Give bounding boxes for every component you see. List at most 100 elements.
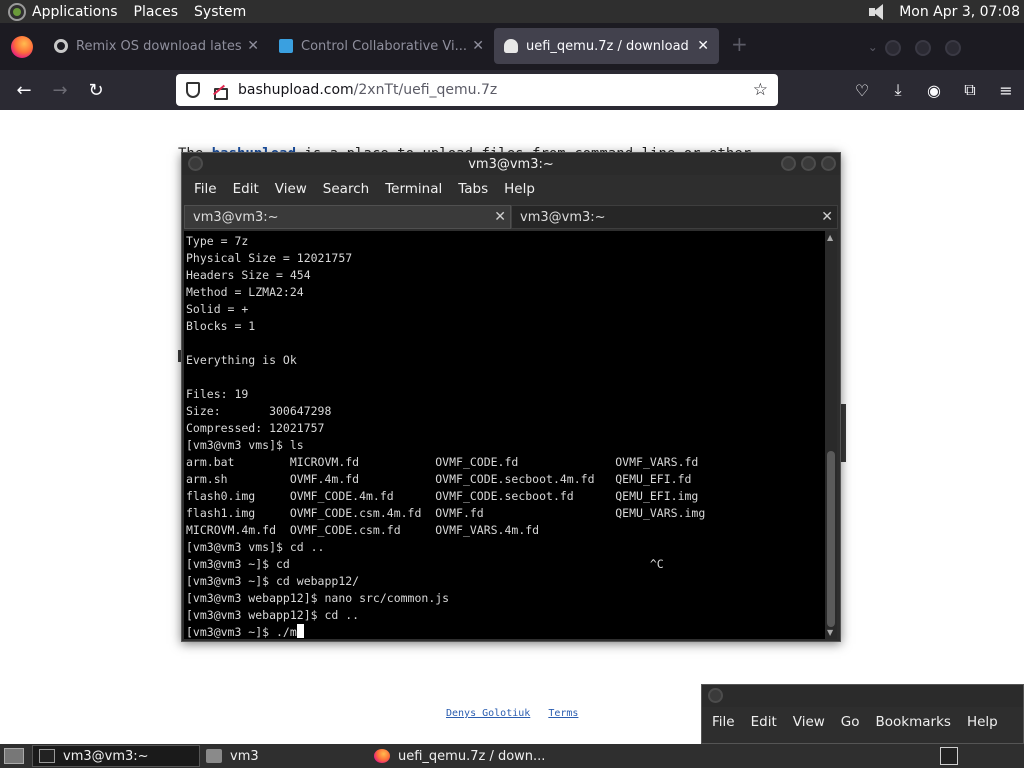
url-text[interactable]: bashupload.com/2xnTt/uefi_qemu.7z [238,82,753,98]
terminal-line: Method = LZMA2:24 [186,285,304,299]
taskbar-item-files[interactable]: vm3 [200,745,368,767]
close-window-button[interactable] [944,40,961,56]
terms-link[interactable]: Terms [548,708,578,719]
bookmark-star-icon[interactable]: ☆ [753,80,768,100]
workspace-switcher[interactable] [940,747,958,765]
maximize-button[interactable] [801,156,816,171]
places-menu[interactable]: Places [134,4,179,20]
menu-help[interactable]: Help [504,181,535,197]
url-bar[interactable]: bashupload.com/2xnTt/uefi_qemu.7z ☆ [176,74,778,106]
tab-label: Remix OS download lates [76,38,242,54]
menu-tabs[interactable]: Tabs [458,181,488,197]
distro-logo-icon[interactable] [8,2,26,21]
terminal-icon [39,749,55,763]
terminal-tab-label: vm3@vm3:~ [520,209,606,225]
shield-icon[interactable] [186,82,200,98]
back-button[interactable]: ← [6,80,42,101]
menu-search[interactable]: Search [323,181,369,197]
chevron-down-icon[interactable]: ⌄ [868,40,878,54]
window-menu-button[interactable] [708,688,723,703]
pocket-icon[interactable]: ♡ [844,81,880,100]
terminal-prompt-line[interactable]: [vm3@vm3 ~]$ ./m [186,624,827,639]
scroll-down-icon[interactable]: ▼ [827,628,833,637]
terminal-line: flash1.img OVMF_CODE.csm.4m.fd OVMF.fd Q… [186,506,706,520]
browser-tab-uefi-qemu[interactable]: uefi_qemu.7z / download fro ✕ [494,28,719,64]
menu-file[interactable]: File [712,714,735,730]
terminal-line: [vm3@vm3 vms]$ ls [186,438,304,452]
url-path: /2xnTt/uefi_qemu.7z [353,82,498,98]
terminal-tab-2[interactable]: vm3@vm3:~ ✕ [511,205,838,229]
close-icon[interactable]: ✕ [821,209,833,225]
terminal-line: [vm3@vm3 ~]$ cd ^C [186,557,664,571]
terminal-line: Physical Size = 12021757 [186,251,353,265]
terminal-line: Everything is Ok [186,353,297,367]
forward-button[interactable]: → [42,80,78,101]
terminal-line: Solid = + [186,302,249,316]
download-icon[interactable]: ⤓ [880,80,916,100]
terminal-titlebar[interactable]: vm3@vm3:~ [182,153,840,175]
terminal-line: [vm3@vm3 webapp12]$ nano src/common.js [186,591,450,605]
taskbar-item-terminal[interactable]: vm3@vm3:~ [32,745,200,767]
taskbar-item-label: vm3@vm3:~ [63,748,149,764]
volume-icon[interactable] [867,3,889,20]
terminal-input[interactable]: [vm3@vm3 ~]$ ./m [186,625,297,639]
terminal-scrollbar[interactable]: ▲ ▼ [825,231,837,639]
footer-links: Denys Golotiuk Terms [446,708,590,719]
menu-view[interactable]: View [275,181,307,197]
terminal-tab-1[interactable]: vm3@vm3:~ ✕ [184,205,511,229]
terminal-screen[interactable]: Type = 7z Physical Size = 12021757 Heade… [184,231,827,639]
terminal-line: Headers Size = 454 [186,268,311,282]
window-menu-button[interactable] [188,156,203,171]
minimize-button[interactable] [884,40,901,56]
text-cursor [296,624,304,638]
terminal-title: vm3@vm3:~ [468,156,554,172]
menu-view[interactable]: View [793,714,825,730]
tab-label: Control Collaborative Vi... [301,38,467,54]
hamburger-menu-icon[interactable]: ≡ [988,81,1024,100]
extensions-icon[interactable]: ⧉ [952,80,988,100]
menu-bookmarks[interactable]: Bookmarks [876,714,951,730]
reload-button[interactable]: ↻ [78,80,114,101]
menu-help[interactable]: Help [967,714,998,730]
terminal-line: [vm3@vm3 ~]$ cd webapp12/ [186,574,360,588]
system-menu[interactable]: System [194,4,246,20]
terminal-line: [vm3@vm3 webapp12]$ cd .. [186,608,360,622]
file-manager-titlebar[interactable] [702,685,1023,707]
menu-file[interactable]: File [194,181,217,197]
close-icon[interactable]: ✕ [247,38,259,54]
menu-go[interactable]: Go [841,714,860,730]
author-link[interactable]: Denys Golotiuk [446,708,530,719]
minimize-button[interactable] [781,156,796,171]
new-tab-button[interactable]: + [731,32,748,56]
terminal-tabs: vm3@vm3:~ ✕ vm3@vm3:~ ✕ [182,203,840,229]
close-icon[interactable]: ✕ [697,38,709,54]
insecure-lock-icon[interactable] [212,83,228,100]
browser-tab-control-collaborative[interactable]: Control Collaborative Vi... ✕ [269,28,494,64]
account-icon[interactable]: ◉ [916,81,952,100]
scrollbar-thumb[interactable] [827,451,835,627]
taskbar-item-label: uefi_qemu.7z / down... [398,748,546,764]
browser-tab-remix-os[interactable]: Remix OS download lates ✕ [44,28,269,64]
clock[interactable]: Mon Apr 3, 07:08 [899,4,1020,20]
maximize-button[interactable] [914,40,931,56]
file-manager-window[interactable]: File Edit View Go Bookmarks Help [701,684,1024,744]
terminal-window[interactable]: vm3@vm3:~ File Edit View Search Terminal… [181,152,841,642]
bottom-taskbar: vm3@vm3:~ vm3 uefi_qemu.7z / down... [0,744,1024,768]
applications-menu[interactable]: Applications [32,4,118,20]
cloud-upload-icon [504,39,518,53]
taskbar-item-firefox[interactable]: uefi_qemu.7z / down... [368,745,608,767]
scroll-up-icon[interactable]: ▲ [827,233,833,242]
github-icon [54,39,68,53]
close-window-button[interactable] [821,156,836,171]
browser-tab-bar: Remix OS download lates ✕ Control Collab… [0,23,1024,70]
menu-edit[interactable]: Edit [233,181,259,197]
firefox-view-icon[interactable] [11,36,33,58]
menu-terminal[interactable]: Terminal [385,181,442,197]
terminal-line: Compressed: 12021757 [186,421,325,435]
close-icon[interactable]: ✕ [472,38,484,54]
menu-edit[interactable]: Edit [751,714,777,730]
show-desktop-icon[interactable] [4,748,24,764]
close-icon[interactable]: ✕ [494,209,506,225]
